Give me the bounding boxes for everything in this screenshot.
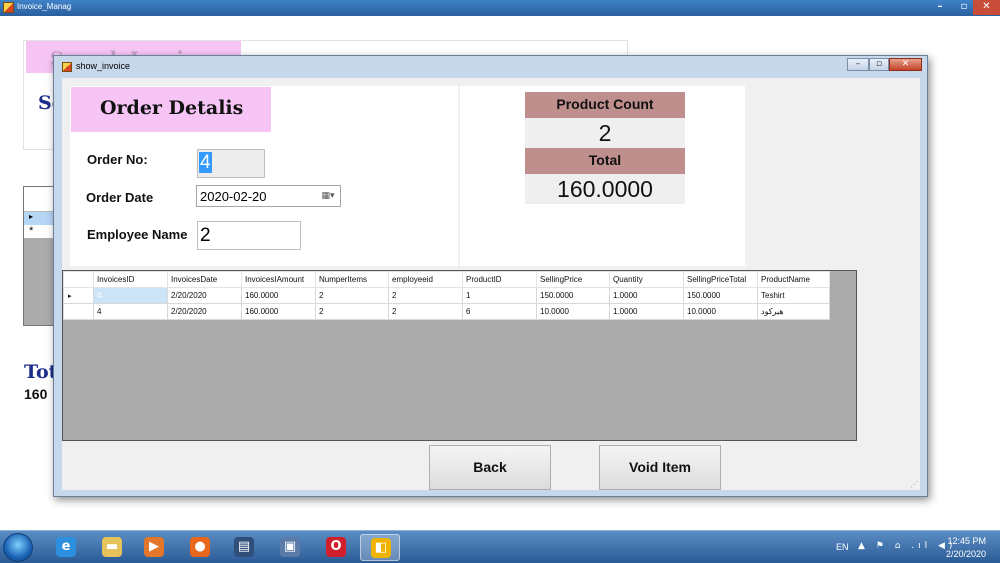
- show-invoice-dialog[interactable]: show_invoice – ▫ ✕ Order Detalis Order N…: [53, 55, 928, 497]
- column-header[interactable]: SellingPriceTotal: [683, 271, 758, 288]
- invoice-items-table: InvoicesID InvoicesDate InvoicesIAmount …: [63, 271, 830, 320]
- taskbar-app-button[interactable]: ◧: [360, 534, 400, 561]
- internet-explorer-icon: e: [56, 537, 76, 557]
- media-player-icon: ▶: [144, 537, 164, 557]
- total-value: 160: [24, 386, 48, 402]
- table-cell[interactable]: 160.0000: [241, 287, 316, 304]
- column-header[interactable]: ProductID: [462, 271, 537, 288]
- taskbar-app-button[interactable]: ▤: [224, 534, 264, 561]
- table-cell[interactable]: 2: [315, 303, 389, 320]
- taskbar-app-button[interactable]: e: [46, 534, 86, 561]
- calendar-dropdown-icon[interactable]: ▦▾: [319, 190, 337, 202]
- taskbar-app-button[interactable]: ●: [180, 534, 220, 561]
- table-cell[interactable]: 4: [93, 303, 168, 320]
- table-cell[interactable]: 1.0000: [609, 287, 684, 304]
- dialog-client-area: Order Detalis Order No: 4 Order Date 202…: [62, 78, 920, 490]
- order-date-value: 2020-02-20: [200, 189, 267, 204]
- opera-icon: O: [326, 537, 346, 557]
- taskbar-app-button[interactable]: O: [316, 534, 356, 561]
- column-header[interactable]: InvoicesID: [93, 271, 168, 288]
- table-cell[interactable]: 1.0000: [609, 303, 684, 320]
- clock-date[interactable]: 2/20/2020: [946, 549, 986, 559]
- row-header[interactable]: [63, 303, 94, 320]
- column-header[interactable]: employeeid: [388, 271, 463, 288]
- app-icon: [3, 2, 14, 13]
- dialog-title: show_invoice: [76, 61, 131, 71]
- table-cell[interactable]: 160.0000: [241, 303, 316, 320]
- taskbar-app-button[interactable]: ▬: [92, 534, 132, 561]
- main-window-title: Invoice_Manag: [17, 2, 72, 11]
- order-date-picker[interactable]: 2020-02-20 ▦▾: [196, 185, 341, 207]
- total-header: Total: [525, 148, 685, 174]
- column-header[interactable]: SellingPrice: [536, 271, 610, 288]
- table-cell[interactable]: 10.0000: [536, 303, 610, 320]
- computer-app-icon: ▣: [280, 537, 300, 557]
- column-header[interactable]: ProductName: [757, 271, 830, 288]
- table-cell[interactable]: 2: [388, 303, 463, 320]
- table-cell[interactable]: 10.0000: [683, 303, 758, 320]
- grid-header-row: InvoicesID InvoicesDate InvoicesIAmount …: [63, 271, 830, 288]
- table-cell[interactable]: 1: [462, 287, 537, 304]
- void-item-button[interactable]: Void Item: [599, 445, 721, 490]
- table-cell[interactable]: 150.0000: [683, 287, 758, 304]
- current-row-indicator[interactable]: ▸: [63, 287, 94, 304]
- main-window-titlebar[interactable]: Invoice_Manag – ▫ ✕: [0, 0, 1000, 16]
- table-cell[interactable]: 150.0000: [536, 287, 610, 304]
- table-row[interactable]: ▸ 4 2/20/2020 160.0000 2 2 1 150.0000 1.…: [63, 287, 830, 304]
- language-indicator[interactable]: EN: [836, 542, 849, 552]
- start-button[interactable]: [3, 533, 33, 562]
- total-amount-value: 160.0000: [525, 174, 685, 204]
- table-cell[interactable]: 6: [462, 303, 537, 320]
- column-header[interactable]: NumperItems: [315, 271, 389, 288]
- order-heading: Order Detalis: [100, 97, 244, 119]
- firefox-icon: ●: [190, 537, 210, 557]
- order-date-label: Order Date: [86, 190, 154, 205]
- employee-name-label: Employee Name: [87, 227, 188, 242]
- table-row[interactable]: 4 2/20/2020 160.0000 2 2 6 10.0000 1.000…: [63, 303, 830, 320]
- column-header[interactable]: Quantity: [609, 271, 684, 288]
- file-explorer-icon: ▬: [102, 537, 122, 557]
- resize-grip-icon[interactable]: ⋰: [910, 480, 918, 489]
- dialog-close-button[interactable]: ✕: [889, 58, 922, 71]
- table-cell[interactable]: 2/20/2020: [167, 287, 242, 304]
- dialog-maximize-button[interactable]: ▫: [869, 58, 889, 71]
- dialog-app-icon: [62, 62, 72, 72]
- order-no-label: Order No:: [87, 152, 148, 167]
- table-cell[interactable]: 2: [315, 287, 389, 304]
- table-cell[interactable]: 4: [93, 287, 168, 304]
- column-header[interactable]: InvoicesDate: [167, 271, 242, 288]
- table-cell[interactable]: 2: [388, 287, 463, 304]
- order-no-value: 4: [199, 152, 212, 173]
- column-header[interactable]: InvoicesIAmount: [241, 271, 316, 288]
- employee-name-field[interactable]: 2: [197, 221, 301, 250]
- back-button[interactable]: Back: [429, 445, 551, 490]
- table-cell[interactable]: هيركود: [757, 303, 830, 320]
- product-count-label: Product Count: [525, 92, 685, 118]
- row-header-corner: [63, 271, 94, 288]
- document-app-icon: ▤: [234, 537, 254, 557]
- dialog-minimize-button[interactable]: –: [847, 58, 869, 71]
- tray-icons[interactable]: ▲ ⚑ ⌂ .ıl ◀): [858, 541, 956, 551]
- invoice-items-grid[interactable]: InvoicesID InvoicesDate InvoicesIAmount …: [62, 270, 857, 441]
- order-no-field[interactable]: 4: [197, 149, 265, 178]
- invoice-app-icon: ◧: [371, 538, 391, 558]
- product-count-value: 2: [525, 118, 685, 148]
- taskbar-app-button[interactable]: ▶: [134, 534, 174, 561]
- table-cell[interactable]: Teshirt: [757, 287, 830, 304]
- clock-time[interactable]: 12:45 PM: [947, 536, 986, 546]
- close-button[interactable]: ✕: [973, 0, 1000, 15]
- system-tray: EN ▲ ⚑ ⌂ .ıl ◀) 12:45 PM 2/20/2020: [820, 531, 1000, 563]
- table-cell[interactable]: 2/20/2020: [167, 303, 242, 320]
- taskbar: e ▬ ▶ ● ▤ ▣ O ◧ EN ▲ ⚑ ⌂ .ıl ◀) 12:45 PM 2/20/2…: [0, 530, 1000, 563]
- minimize-button[interactable]: –: [928, 0, 952, 15]
- taskbar-app-button[interactable]: ▣: [270, 534, 310, 561]
